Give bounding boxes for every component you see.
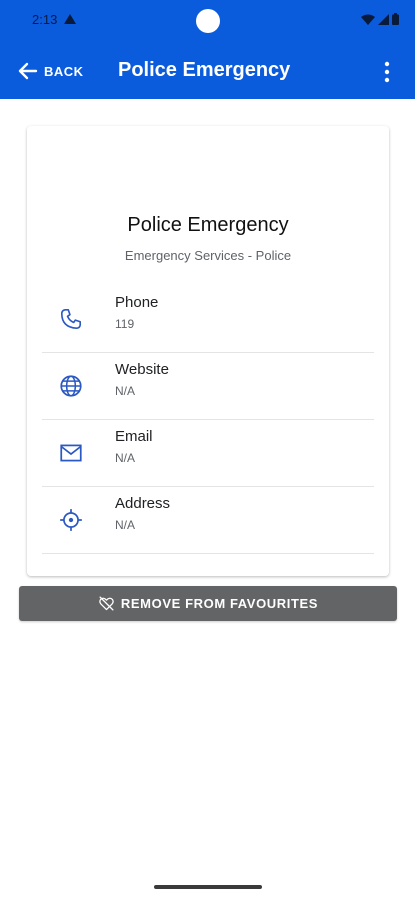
contact-row-website[interactable]: Website N/A bbox=[42, 353, 374, 420]
more-options-icon[interactable] bbox=[377, 60, 397, 84]
phone-icon bbox=[60, 308, 82, 330]
mail-icon bbox=[60, 444, 82, 462]
row-label: Website bbox=[115, 361, 169, 378]
heart-off-icon bbox=[99, 596, 114, 611]
row-value: 119 bbox=[115, 317, 135, 331]
row-value: N/A bbox=[115, 384, 136, 398]
back-button[interactable]: BACK bbox=[18, 58, 84, 84]
contact-row-address[interactable]: Address N/A bbox=[42, 487, 374, 554]
contact-row-email[interactable]: Email N/A bbox=[42, 420, 374, 487]
row-value: N/A bbox=[115, 518, 136, 532]
arrow-back-icon bbox=[18, 62, 38, 80]
remove-button-label: REMOVE FROM FAVOURITES bbox=[120, 596, 319, 611]
contact-category: Emergency Services - Police bbox=[124, 248, 292, 263]
page-title: Police Emergency bbox=[118, 59, 291, 81]
globe-icon bbox=[60, 375, 82, 397]
warning-icon bbox=[64, 14, 76, 24]
status-icons bbox=[361, 13, 399, 25]
row-value: N/A bbox=[115, 451, 136, 465]
status-time: 2:13 bbox=[32, 12, 58, 27]
back-button-label: BACK bbox=[44, 63, 84, 79]
row-label: Phone bbox=[115, 294, 159, 311]
contact-row-phone[interactable]: Phone 119 bbox=[42, 286, 374, 353]
battery-icon bbox=[392, 13, 399, 25]
row-label: Email bbox=[115, 428, 153, 445]
contact-name: Police Emergency bbox=[127, 214, 289, 236]
wifi-icon bbox=[361, 14, 375, 25]
app-bar: 2:13 BACK Police Emergency bbox=[0, 0, 415, 99]
row-label: Address bbox=[115, 495, 171, 512]
remove-from-favourites-button[interactable]: REMOVE FROM FAVOURITES bbox=[19, 586, 397, 621]
location-icon bbox=[60, 509, 82, 531]
contact-card: Police Emergency Emergency Services - Po… bbox=[27, 126, 389, 576]
camera-cutout bbox=[196, 9, 220, 33]
signal-icon bbox=[378, 13, 389, 25]
home-indicator[interactable] bbox=[154, 885, 262, 889]
